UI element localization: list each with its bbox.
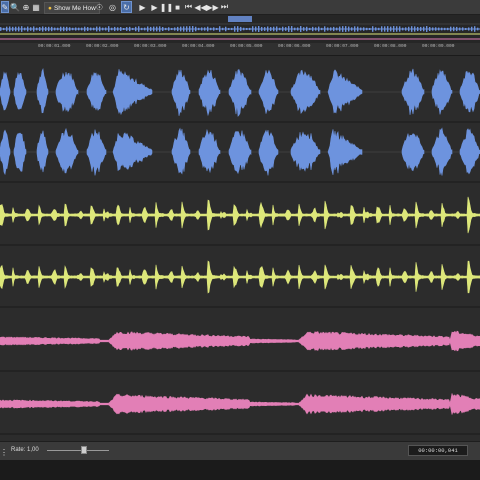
waveform-blob <box>290 69 321 115</box>
play-icon[interactable]: ▶ <box>150 1 159 13</box>
waveform-blob <box>459 71 480 113</box>
ruler-tick-label: 00:00:07.000 <box>326 44 359 49</box>
rate-slider-thumb[interactable] <box>81 446 87 454</box>
waveform-blob <box>13 132 27 172</box>
ruler-tick-label: 00:00:06.000 <box>278 44 311 49</box>
bottom-panel <box>0 460 480 480</box>
waveform-blob <box>112 69 153 116</box>
help-icon: ● <box>48 4 52 12</box>
waveform-envelope <box>0 393 480 415</box>
waveform-blob <box>228 69 252 117</box>
waveform-blob <box>55 71 79 113</box>
waveform-blob <box>258 69 279 114</box>
timecode-display: 00:00:00,041 <box>408 445 468 456</box>
waveform-blob <box>0 129 11 176</box>
snap-icon[interactable]: ☉ <box>95 1 104 13</box>
waveform-blob <box>198 128 221 174</box>
waveform-blob <box>327 129 363 175</box>
go-to-end-icon[interactable]: ⏭ <box>220 1 229 13</box>
selection-tool-icon[interactable]: ✎ <box>1 1 9 13</box>
timeline-tracks[interactable] <box>0 55 480 440</box>
overview-bar[interactable] <box>0 15 480 44</box>
waveform-blob <box>171 127 191 175</box>
rewind-icon[interactable]: ◀◀ <box>194 1 206 13</box>
waveform-blob <box>290 131 321 172</box>
ruler-tick-label: 00:00:08.000 <box>374 44 407 49</box>
waveform-blob <box>171 69 191 116</box>
pause-icon[interactable]: ❚❚ <box>160 1 173 13</box>
waveform-blob <box>401 133 425 172</box>
ruler-tick-label: 00:00:01.000 <box>38 44 71 49</box>
transport-toolbar: ✎ 🔍 ⊕ ▦ ● Show Me How ☉ ◎ ↻ ▶ ▶ ❚❚ ■ ⏮ ◀… <box>0 0 480 15</box>
auto-ripple-icon[interactable]: ◎ <box>108 1 117 13</box>
waveform-blob <box>36 67 49 114</box>
rate-slider-track[interactable] <box>47 450 109 451</box>
waveform-blob <box>459 128 480 175</box>
waveform-blob <box>228 130 252 175</box>
menu-icon[interactable]: ⋮ <box>0 446 8 458</box>
ruler-tick-label: 00:00:04.000 <box>182 44 215 49</box>
loop-icon[interactable]: ↻ <box>121 1 132 13</box>
waveform-blob <box>258 129 279 176</box>
waveform-blob <box>431 69 453 115</box>
grid-icon[interactable]: ▦ <box>32 1 40 13</box>
rate-label: Rate: 1,00 <box>11 447 39 453</box>
ruler-tick-label: 00:00:03.000 <box>134 44 167 49</box>
status-bar: ⋮ Rate: 1,00 00:00:00,041 <box>0 441 480 460</box>
ruler-tick-label: 00:00:09.000 <box>422 44 455 49</box>
magnifier-icon[interactable]: ⊕ <box>22 1 30 13</box>
waveform-envelope <box>0 260 480 294</box>
fast-forward-icon[interactable]: ▶▶ <box>206 1 218 13</box>
waveform-blob <box>55 127 79 174</box>
waveform-blob <box>86 72 107 111</box>
waveform-blob <box>36 130 49 173</box>
waveform-envelope <box>0 330 480 352</box>
waveform-blob <box>13 72 27 110</box>
overview-viewport[interactable] <box>228 16 252 22</box>
waveform-blob <box>431 127 453 176</box>
waveform-envelope <box>0 196 480 234</box>
waveform-blob <box>112 132 153 172</box>
stop-icon[interactable]: ■ <box>173 1 182 13</box>
show-me-how-button[interactable]: ● Show Me How <box>44 2 100 14</box>
waveform-blob <box>327 69 363 114</box>
zoom-tool-icon[interactable]: 🔍 <box>10 1 20 13</box>
waveform-blob <box>198 69 221 117</box>
ruler-tick-label: 00:00:02.000 <box>86 44 119 49</box>
go-to-start-icon[interactable]: ⏮ <box>184 1 193 13</box>
play-from-start-icon[interactable]: ▶ <box>138 1 147 13</box>
waveform-canvas[interactable] <box>0 55 480 440</box>
waveform-blob <box>0 71 11 111</box>
waveform-blob <box>86 129 107 176</box>
show-me-how-label: Show Me How <box>53 4 96 12</box>
ruler-tick-label: 00:00:05.000 <box>230 44 263 49</box>
overview-waveform <box>0 16 480 40</box>
waveform-blob <box>401 68 425 115</box>
